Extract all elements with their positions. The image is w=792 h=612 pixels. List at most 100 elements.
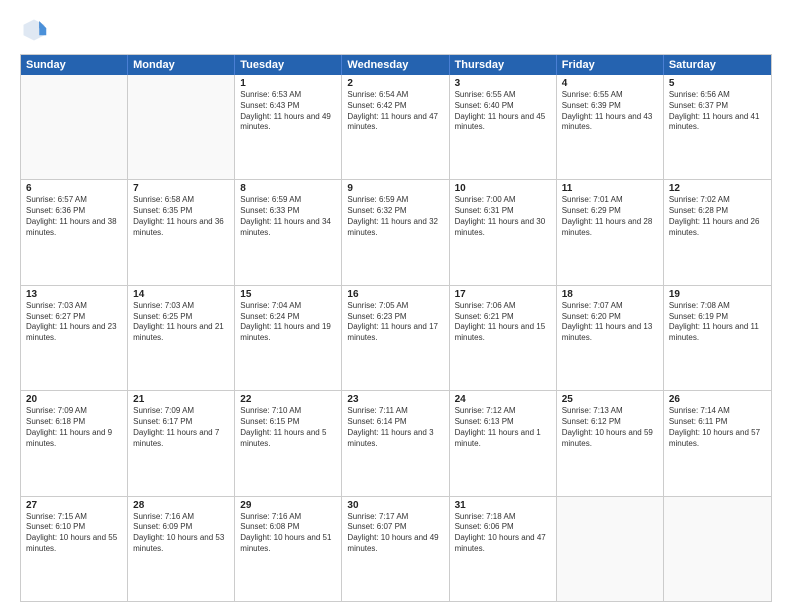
calendar-cell-25: 25Sunrise: 7:13 AM Sunset: 6:12 PM Dayli… — [557, 391, 664, 495]
calendar-cell-27: 27Sunrise: 7:15 AM Sunset: 6:10 PM Dayli… — [21, 497, 128, 601]
cell-date-22: 22 — [240, 394, 336, 405]
cell-date-21: 21 — [133, 394, 229, 405]
calendar-cell-30: 30Sunrise: 7:17 AM Sunset: 6:07 PM Dayli… — [342, 497, 449, 601]
cell-info-3: Sunrise: 6:55 AM Sunset: 6:40 PM Dayligh… — [455, 90, 551, 133]
cell-info-8: Sunrise: 6:59 AM Sunset: 6:33 PM Dayligh… — [240, 195, 336, 238]
cell-date-12: 12 — [669, 183, 766, 194]
calendar-cell-8: 8Sunrise: 6:59 AM Sunset: 6:33 PM Daylig… — [235, 180, 342, 284]
calendar-cell-23: 23Sunrise: 7:11 AM Sunset: 6:14 PM Dayli… — [342, 391, 449, 495]
cell-info-20: Sunrise: 7:09 AM Sunset: 6:18 PM Dayligh… — [26, 406, 122, 449]
cell-date-6: 6 — [26, 183, 122, 194]
cell-info-13: Sunrise: 7:03 AM Sunset: 6:27 PM Dayligh… — [26, 301, 122, 344]
cell-date-23: 23 — [347, 394, 443, 405]
calendar-row-2: 13Sunrise: 7:03 AM Sunset: 6:27 PM Dayli… — [21, 286, 771, 391]
cell-info-9: Sunrise: 6:59 AM Sunset: 6:32 PM Dayligh… — [347, 195, 443, 238]
cell-info-1: Sunrise: 6:53 AM Sunset: 6:43 PM Dayligh… — [240, 90, 336, 133]
cell-info-21: Sunrise: 7:09 AM Sunset: 6:17 PM Dayligh… — [133, 406, 229, 449]
weekday-header-sunday: Sunday — [21, 55, 128, 75]
cell-date-28: 28 — [133, 500, 229, 511]
cell-date-10: 10 — [455, 183, 551, 194]
calendar-cell-4: 4Sunrise: 6:55 AM Sunset: 6:39 PM Daylig… — [557, 75, 664, 179]
cell-date-14: 14 — [133, 289, 229, 300]
cell-date-9: 9 — [347, 183, 443, 194]
calendar-cell-31: 31Sunrise: 7:18 AM Sunset: 6:06 PM Dayli… — [450, 497, 557, 601]
cell-info-19: Sunrise: 7:08 AM Sunset: 6:19 PM Dayligh… — [669, 301, 766, 344]
cell-info-18: Sunrise: 7:07 AM Sunset: 6:20 PM Dayligh… — [562, 301, 658, 344]
calendar-cell-1: 1Sunrise: 6:53 AM Sunset: 6:43 PM Daylig… — [235, 75, 342, 179]
calendar-body: 1Sunrise: 6:53 AM Sunset: 6:43 PM Daylig… — [21, 75, 771, 601]
calendar: SundayMondayTuesdayWednesdayThursdayFrid… — [20, 54, 772, 602]
calendar-cell-19: 19Sunrise: 7:08 AM Sunset: 6:19 PM Dayli… — [664, 286, 771, 390]
cell-date-26: 26 — [669, 394, 766, 405]
calendar-cell-15: 15Sunrise: 7:04 AM Sunset: 6:24 PM Dayli… — [235, 286, 342, 390]
weekday-header-friday: Friday — [557, 55, 664, 75]
cell-info-4: Sunrise: 6:55 AM Sunset: 6:39 PM Dayligh… — [562, 90, 658, 133]
cell-info-24: Sunrise: 7:12 AM Sunset: 6:13 PM Dayligh… — [455, 406, 551, 449]
cell-info-6: Sunrise: 6:57 AM Sunset: 6:36 PM Dayligh… — [26, 195, 122, 238]
cell-info-10: Sunrise: 7:00 AM Sunset: 6:31 PM Dayligh… — [455, 195, 551, 238]
cell-date-2: 2 — [347, 78, 443, 89]
calendar-row-3: 20Sunrise: 7:09 AM Sunset: 6:18 PM Dayli… — [21, 391, 771, 496]
cell-info-14: Sunrise: 7:03 AM Sunset: 6:25 PM Dayligh… — [133, 301, 229, 344]
cell-date-20: 20 — [26, 394, 122, 405]
header — [20, 16, 772, 44]
cell-info-25: Sunrise: 7:13 AM Sunset: 6:12 PM Dayligh… — [562, 406, 658, 449]
calendar-cell-14: 14Sunrise: 7:03 AM Sunset: 6:25 PM Dayli… — [128, 286, 235, 390]
calendar-cell-6: 6Sunrise: 6:57 AM Sunset: 6:36 PM Daylig… — [21, 180, 128, 284]
calendar-row-0: 1Sunrise: 6:53 AM Sunset: 6:43 PM Daylig… — [21, 75, 771, 180]
cell-info-30: Sunrise: 7:17 AM Sunset: 6:07 PM Dayligh… — [347, 512, 443, 555]
cell-date-13: 13 — [26, 289, 122, 300]
cell-date-25: 25 — [562, 394, 658, 405]
calendar-cell-21: 21Sunrise: 7:09 AM Sunset: 6:17 PM Dayli… — [128, 391, 235, 495]
cell-info-11: Sunrise: 7:01 AM Sunset: 6:29 PM Dayligh… — [562, 195, 658, 238]
cell-info-23: Sunrise: 7:11 AM Sunset: 6:14 PM Dayligh… — [347, 406, 443, 449]
calendar-cell-24: 24Sunrise: 7:12 AM Sunset: 6:13 PM Dayli… — [450, 391, 557, 495]
cell-info-17: Sunrise: 7:06 AM Sunset: 6:21 PM Dayligh… — [455, 301, 551, 344]
calendar-cell-29: 29Sunrise: 7:16 AM Sunset: 6:08 PM Dayli… — [235, 497, 342, 601]
cell-date-29: 29 — [240, 500, 336, 511]
page: SundayMondayTuesdayWednesdayThursdayFrid… — [0, 0, 792, 612]
weekday-header-monday: Monday — [128, 55, 235, 75]
calendar-cell-22: 22Sunrise: 7:10 AM Sunset: 6:15 PM Dayli… — [235, 391, 342, 495]
calendar-cell-2: 2Sunrise: 6:54 AM Sunset: 6:42 PM Daylig… — [342, 75, 449, 179]
calendar-header: SundayMondayTuesdayWednesdayThursdayFrid… — [21, 55, 771, 75]
calendar-cell-28: 28Sunrise: 7:16 AM Sunset: 6:09 PM Dayli… — [128, 497, 235, 601]
cell-date-19: 19 — [669, 289, 766, 300]
cell-date-8: 8 — [240, 183, 336, 194]
cell-info-29: Sunrise: 7:16 AM Sunset: 6:08 PM Dayligh… — [240, 512, 336, 555]
calendar-cell-empty-4-5 — [557, 497, 664, 601]
cell-date-15: 15 — [240, 289, 336, 300]
calendar-row-4: 27Sunrise: 7:15 AM Sunset: 6:10 PM Dayli… — [21, 497, 771, 601]
calendar-cell-18: 18Sunrise: 7:07 AM Sunset: 6:20 PM Dayli… — [557, 286, 664, 390]
cell-info-7: Sunrise: 6:58 AM Sunset: 6:35 PM Dayligh… — [133, 195, 229, 238]
calendar-cell-20: 20Sunrise: 7:09 AM Sunset: 6:18 PM Dayli… — [21, 391, 128, 495]
cell-date-3: 3 — [455, 78, 551, 89]
cell-date-31: 31 — [455, 500, 551, 511]
calendar-cell-17: 17Sunrise: 7:06 AM Sunset: 6:21 PM Dayli… — [450, 286, 557, 390]
weekday-header-tuesday: Tuesday — [235, 55, 342, 75]
weekday-header-saturday: Saturday — [664, 55, 771, 75]
cell-date-5: 5 — [669, 78, 766, 89]
calendar-cell-11: 11Sunrise: 7:01 AM Sunset: 6:29 PM Dayli… — [557, 180, 664, 284]
calendar-cell-9: 9Sunrise: 6:59 AM Sunset: 6:32 PM Daylig… — [342, 180, 449, 284]
cell-info-5: Sunrise: 6:56 AM Sunset: 6:37 PM Dayligh… — [669, 90, 766, 133]
cell-info-26: Sunrise: 7:14 AM Sunset: 6:11 PM Dayligh… — [669, 406, 766, 449]
cell-info-28: Sunrise: 7:16 AM Sunset: 6:09 PM Dayligh… — [133, 512, 229, 555]
cell-info-27: Sunrise: 7:15 AM Sunset: 6:10 PM Dayligh… — [26, 512, 122, 555]
cell-info-31: Sunrise: 7:18 AM Sunset: 6:06 PM Dayligh… — [455, 512, 551, 555]
cell-date-30: 30 — [347, 500, 443, 511]
cell-info-22: Sunrise: 7:10 AM Sunset: 6:15 PM Dayligh… — [240, 406, 336, 449]
cell-date-1: 1 — [240, 78, 336, 89]
calendar-cell-3: 3Sunrise: 6:55 AM Sunset: 6:40 PM Daylig… — [450, 75, 557, 179]
calendar-cell-12: 12Sunrise: 7:02 AM Sunset: 6:28 PM Dayli… — [664, 180, 771, 284]
cell-info-15: Sunrise: 7:04 AM Sunset: 6:24 PM Dayligh… — [240, 301, 336, 344]
cell-date-18: 18 — [562, 289, 658, 300]
calendar-cell-26: 26Sunrise: 7:14 AM Sunset: 6:11 PM Dayli… — [664, 391, 771, 495]
logo-icon — [20, 16, 48, 44]
cell-date-24: 24 — [455, 394, 551, 405]
cell-date-27: 27 — [26, 500, 122, 511]
calendar-cell-13: 13Sunrise: 7:03 AM Sunset: 6:27 PM Dayli… — [21, 286, 128, 390]
cell-date-17: 17 — [455, 289, 551, 300]
cell-date-4: 4 — [562, 78, 658, 89]
cell-info-12: Sunrise: 7:02 AM Sunset: 6:28 PM Dayligh… — [669, 195, 766, 238]
